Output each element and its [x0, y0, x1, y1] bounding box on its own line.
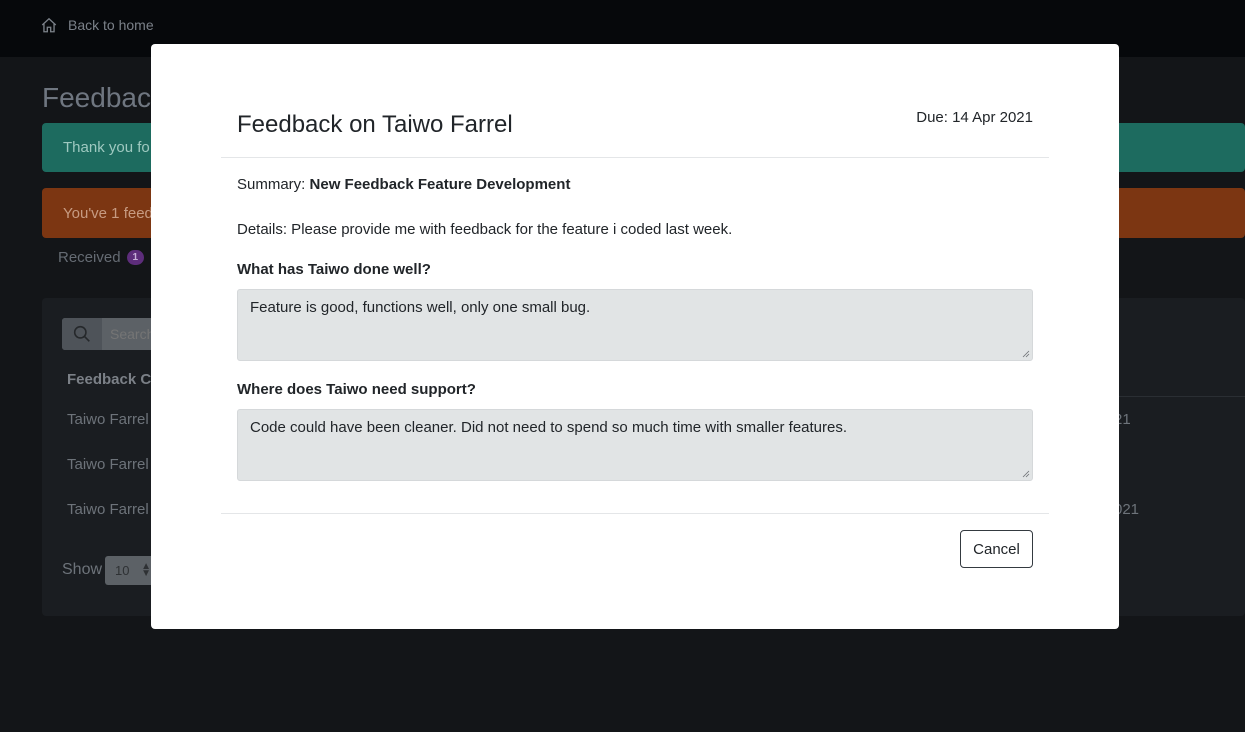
modal-due-date: Due: 14 Apr 2021	[916, 109, 1033, 126]
modal-footer-divider	[221, 513, 1049, 514]
summary-label: Summary:	[237, 176, 306, 193]
modal-summary: Summary: New Feedback Feature Developmen…	[237, 176, 570, 193]
question-done-well-label: What has Taiwo done well?	[237, 261, 431, 278]
feedback-modal: Feedback on Taiwo Farrel Due: 14 Apr 202…	[151, 44, 1119, 629]
resize-grip-icon[interactable]	[1022, 350, 1030, 358]
summary-value: New Feedback Feature Development	[309, 176, 571, 193]
answer-done-well-text: Feature is good, functions well, only on…	[250, 299, 591, 316]
question-need-support-label: Where does Taiwo need support?	[237, 381, 476, 398]
answer-need-support-text: Code could have been cleaner. Did not ne…	[250, 419, 848, 436]
cancel-button[interactable]: Cancel	[960, 530, 1033, 568]
modal-details: Details: Please provide me with feedback…	[237, 221, 733, 238]
modal-title: Feedback on Taiwo Farrel	[237, 111, 513, 138]
modal-header-divider	[221, 157, 1049, 158]
answer-done-well-field[interactable]: Feature is good, functions well, only on…	[237, 289, 1033, 361]
answer-need-support-field[interactable]: Code could have been cleaner. Did not ne…	[237, 409, 1033, 481]
resize-grip-icon[interactable]	[1022, 470, 1030, 478]
